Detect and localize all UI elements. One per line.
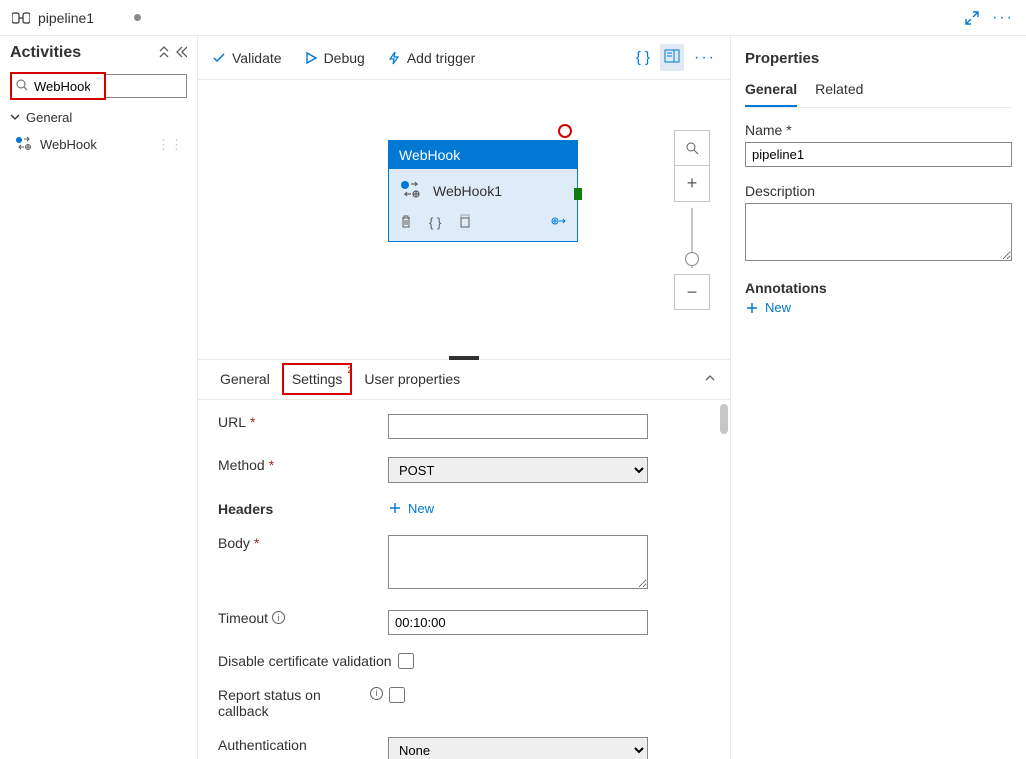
props-tab-related[interactable]: Related: [815, 81, 863, 107]
add-header-label: New: [408, 501, 434, 516]
debug-label: Debug: [324, 50, 365, 66]
bottom-tabs: General Settings 2 User properties: [198, 360, 730, 400]
auth-label: Authentication: [218, 737, 307, 753]
copy-icon[interactable]: [457, 214, 471, 231]
add-trigger-label: Add trigger: [407, 50, 475, 66]
activity-search-input[interactable]: [32, 78, 92, 95]
group-label: General: [26, 110, 72, 125]
tab-settings-label: Settings: [292, 371, 343, 387]
group-general[interactable]: General: [10, 110, 187, 125]
expand-icon[interactable]: [964, 10, 980, 26]
debug-button[interactable]: Debug: [304, 50, 365, 66]
settings-pane: URL * Method * POST Headers New Body * T…: [198, 400, 730, 759]
braces-icon[interactable]: { }: [636, 49, 650, 66]
props-annotations-label: Annotations: [745, 280, 1012, 296]
scrollbar[interactable]: [720, 404, 728, 434]
required-icon: *: [250, 414, 255, 430]
more-icon[interactable]: ···: [992, 9, 1014, 27]
chevron-down-icon: [10, 110, 20, 125]
search-extension: [106, 74, 187, 98]
tab-general[interactable]: General: [212, 361, 278, 397]
method-label: Method: [218, 457, 265, 473]
timeout-input[interactable]: [388, 610, 648, 635]
body-label: Body: [218, 535, 250, 551]
zoom-in-button[interactable]: +: [674, 166, 710, 202]
props-desc-input[interactable]: [745, 203, 1012, 261]
activity-webhook[interactable]: WebHook ⋮⋮: [10, 131, 187, 158]
node-header: WebHook: [389, 141, 577, 169]
timeout-label: Timeout: [218, 610, 268, 626]
resize-handle[interactable]: [449, 356, 479, 360]
page-title: pipeline1: [38, 10, 94, 26]
properties-title: Properties: [745, 50, 1012, 67]
delete-icon[interactable]: [399, 214, 413, 231]
activities-sidebar: Activities General WebHook ⋮⋮: [0, 36, 198, 759]
collapse-pane-icon[interactable]: [704, 372, 716, 387]
required-icon: *: [254, 535, 259, 551]
add-annotation-button[interactable]: New: [745, 300, 1012, 315]
fit-to-screen-button[interactable]: [674, 130, 710, 166]
props-name-input[interactable]: [745, 142, 1012, 167]
node-name: WebHook1: [433, 183, 502, 199]
collapse-all-icon[interactable]: [157, 46, 171, 61]
validate-button[interactable]: Validate: [212, 50, 282, 66]
error-indicator-icon: [558, 124, 572, 138]
code-icon[interactable]: { }: [429, 215, 441, 230]
props-name-label: Name: [745, 122, 782, 138]
activity-label: WebHook: [40, 137, 97, 152]
webhook-activity-icon: [14, 135, 34, 154]
pipeline-icon: [12, 11, 30, 25]
info-icon[interactable]: i: [370, 687, 383, 700]
tab-settings[interactable]: Settings 2: [282, 363, 353, 395]
body-input[interactable]: [388, 535, 648, 589]
required-icon: *: [269, 457, 274, 473]
node-output-connector[interactable]: [574, 188, 582, 200]
canvas-toolbar: Validate Debug Add trigger { } ···: [198, 36, 730, 80]
zoom-slider-thumb[interactable]: [685, 252, 699, 266]
add-trigger-button[interactable]: Add trigger: [387, 50, 475, 66]
pipeline-canvas[interactable]: WebHook WebHook1 { }: [198, 80, 730, 360]
search-icon: [16, 79, 28, 94]
disable-cert-checkbox[interactable]: [398, 653, 414, 669]
add-header-button[interactable]: New: [388, 501, 710, 516]
hide-sidebar-icon[interactable]: [175, 46, 187, 61]
properties-toggle-icon[interactable]: [660, 44, 684, 71]
activity-search[interactable]: [10, 72, 187, 100]
settings-badge: 2: [347, 365, 352, 375]
webhook-node[interactable]: WebHook WebHook1 { }: [388, 140, 578, 242]
report-status-checkbox[interactable]: [389, 687, 405, 703]
unsaved-indicator-icon: [134, 14, 141, 21]
expand-node-icon[interactable]: [551, 214, 567, 231]
url-label: URL: [218, 414, 246, 430]
auth-select[interactable]: None: [388, 737, 648, 759]
tab-user-properties[interactable]: User properties: [356, 361, 468, 397]
url-input[interactable]: [388, 414, 648, 439]
required-icon: *: [786, 122, 791, 138]
zoom-out-button[interactable]: −: [674, 274, 710, 310]
props-tab-general[interactable]: General: [745, 81, 797, 107]
zoom-slider[interactable]: [691, 208, 693, 268]
info-icon[interactable]: i: [272, 611, 285, 624]
props-desc-label: Description: [745, 183, 1012, 199]
sidebar-title: Activities: [10, 44, 81, 62]
disable-cert-label: Disable certificate validation: [218, 653, 392, 669]
report-status-label: Report status on callback: [218, 687, 370, 719]
header-bar: pipeline1 ···: [0, 0, 1026, 36]
grip-icon: ⋮⋮: [157, 137, 183, 153]
validate-label: Validate: [232, 50, 282, 66]
add-annotation-label: New: [765, 300, 791, 315]
headers-label: Headers: [218, 501, 273, 517]
node-type-label: WebHook: [399, 147, 460, 163]
webhook-node-icon: [399, 179, 423, 202]
toolbar-more-icon[interactable]: ···: [694, 49, 716, 67]
method-select[interactable]: POST: [388, 457, 648, 483]
properties-panel: Properties General Related Name * Descri…: [731, 36, 1026, 759]
